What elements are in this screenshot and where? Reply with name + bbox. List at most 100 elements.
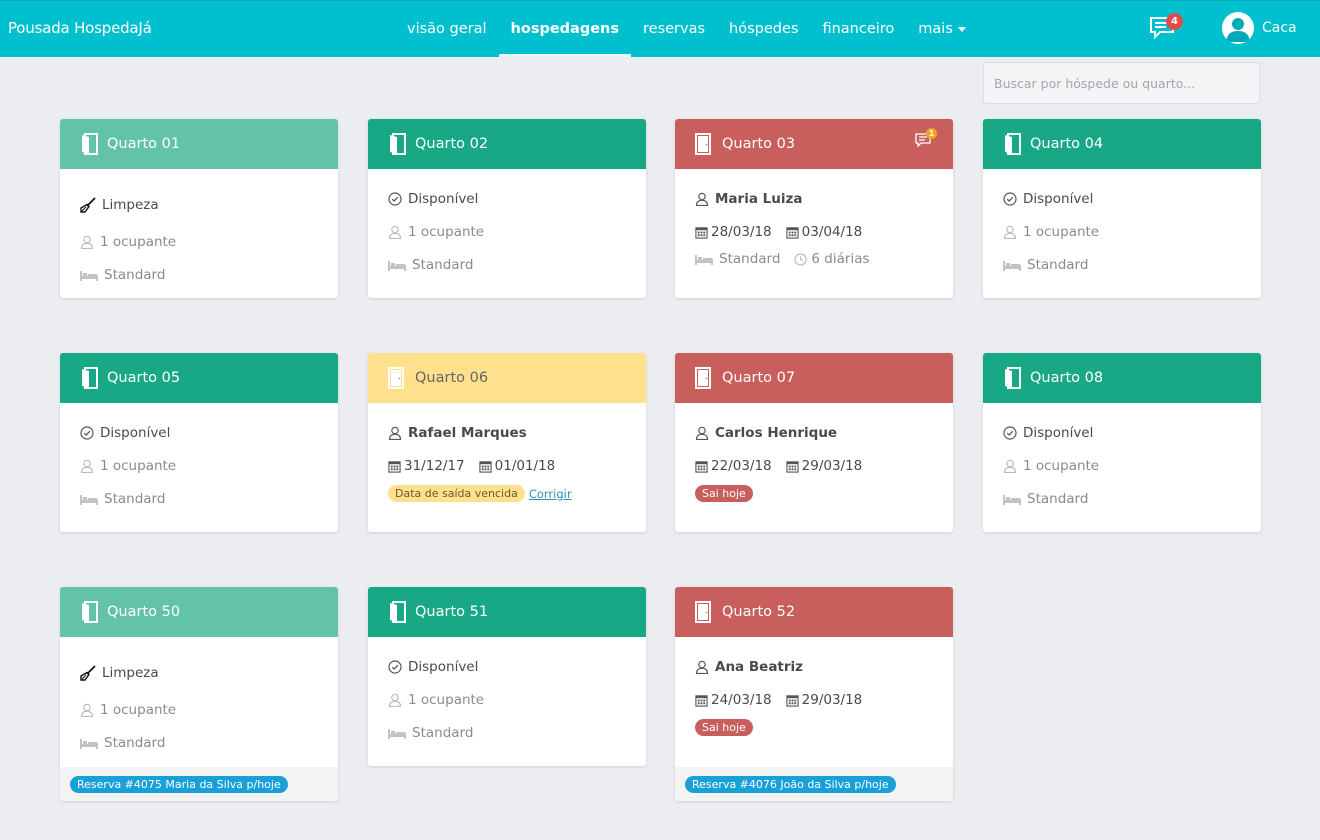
room-occupants: 1 ocupante: [100, 234, 177, 250]
nav-hospedagens[interactable]: hospedagens: [498, 1, 632, 57]
checkin-date: 22/03/18: [711, 458, 772, 474]
room-status: Disponível: [1023, 425, 1094, 441]
door-open-icon: [388, 133, 406, 155]
room-type: Standard: [104, 491, 166, 507]
room-card-03[interactable]: Quarto 03 1 Maria Luiza 28/03/18 03/04/1…: [675, 119, 953, 298]
room-title: Quarto 02: [415, 136, 489, 152]
app-brand[interactable]: Pousada HospedaJá: [8, 19, 152, 37]
room-card-05[interactable]: Quarto 05 Disponível 1 ocupante Standard: [60, 353, 338, 532]
room-card-02[interactable]: Quarto 02 Disponível 1 ocupante Standard: [368, 119, 646, 298]
nav-financeiro[interactable]: financeiro: [810, 1, 906, 57]
user-menu[interactable]: Caca: [1222, 12, 1297, 44]
avatar: [1222, 12, 1254, 44]
bed-icon: [695, 253, 713, 265]
room-header: Quarto 08: [983, 353, 1261, 403]
fix-link[interactable]: Corrigir: [529, 487, 572, 501]
guest-name: Carlos Henrique: [715, 425, 838, 441]
person-icon: [388, 693, 402, 707]
search-input[interactable]: [983, 62, 1260, 104]
checkout-date: 03/04/18: [801, 224, 863, 240]
door-open-icon: [80, 133, 98, 155]
nav-mais[interactable]: mais: [906, 1, 978, 57]
room-card-07[interactable]: Quarto 07 Carlos Henrique 22/03/18 29/03…: [675, 353, 953, 532]
person-icon: [80, 459, 94, 473]
calendar-icon: [479, 460, 492, 473]
user-avatar-icon: [1226, 18, 1250, 42]
bed-icon: [388, 259, 406, 271]
room-header: Quarto 04: [983, 119, 1261, 169]
checkout-date: 01/01/18: [494, 458, 556, 474]
nav-visao-geral[interactable]: visão geral: [395, 1, 499, 57]
door-open-icon: [388, 601, 406, 623]
room-title: Quarto 08: [1030, 370, 1104, 386]
top-navbar: Pousada HospedaJá visão geral hospedagen…: [0, 0, 1320, 57]
bed-icon: [1003, 493, 1021, 505]
room-header: Quarto 01: [60, 119, 338, 169]
guest-name: Rafael Marques: [408, 425, 527, 441]
room-type: Standard: [412, 257, 474, 273]
reservation-badge[interactable]: Reserva #4075 Maria da Silva p/hoje: [70, 775, 288, 793]
room-status: Disponível: [1023, 191, 1094, 207]
room-messages-badge: 1: [926, 128, 937, 139]
broom-icon: [80, 665, 96, 681]
checkout-date: 29/03/18: [801, 458, 863, 474]
room-card-52[interactable]: Quarto 52 Ana Beatriz 24/03/18 29/03/18 …: [675, 587, 953, 801]
nav-reservas[interactable]: reservas: [631, 1, 717, 57]
room-header: Quarto 02: [368, 119, 646, 169]
room-occupants: 1 ocupante: [408, 224, 485, 240]
guest-name: Maria Luiza: [715, 191, 803, 207]
calendar-icon: [695, 226, 708, 239]
room-title: Quarto 51: [415, 604, 489, 620]
door-open-icon: [1003, 133, 1021, 155]
checkout-today-badge: Sai hoje: [695, 485, 753, 502]
calendar-icon: [695, 460, 708, 473]
nav-hospedes[interactable]: hóspedes: [717, 1, 810, 57]
nav-mais-label: mais: [918, 21, 953, 37]
room-status: Disponível: [408, 191, 479, 207]
room-card-04[interactable]: Quarto 04 Disponível 1 ocupante Standard: [983, 119, 1261, 298]
person-icon: [80, 235, 94, 249]
reservation-badge[interactable]: Reserva #4076 João da Silva p/hoje: [685, 775, 896, 793]
door-icon: [695, 133, 713, 155]
room-header: Quarto 51: [368, 587, 646, 637]
room-card-01[interactable]: Quarto 01 Limpeza 1 ocupante Standard: [60, 119, 338, 298]
room-occupants: 1 ocupante: [408, 692, 485, 708]
room-header: Quarto 52: [675, 587, 953, 637]
room-nights: 6 diárias: [811, 251, 870, 267]
checkin-date: 31/12/17: [404, 458, 465, 474]
room-title: Quarto 50: [107, 604, 181, 620]
room-card-08[interactable]: Quarto 08 Disponível 1 ocupante Standard: [983, 353, 1261, 532]
room-status: Disponível: [408, 659, 479, 675]
room-card-50[interactable]: Quarto 50 Limpeza 1 ocupante Standard Re…: [60, 587, 338, 801]
calendar-icon: [786, 694, 799, 707]
room-type: Standard: [719, 251, 781, 267]
room-card-06[interactable]: Quarto 06 Rafael Marques 31/12/17 01/01/…: [368, 353, 646, 532]
room-status: Limpeza: [102, 197, 159, 213]
room-occupants: 1 ocupante: [100, 702, 177, 718]
checkout-today-badge: Sai hoje: [695, 719, 753, 736]
room-header: Quarto 07: [675, 353, 953, 403]
person-icon: [695, 192, 709, 206]
person-icon: [695, 660, 709, 674]
room-title: Quarto 52: [722, 604, 796, 620]
calendar-icon: [695, 694, 708, 707]
calendar-icon: [388, 460, 401, 473]
bed-icon: [80, 269, 98, 281]
user-name: Caca: [1262, 20, 1297, 36]
door-icon: [695, 367, 713, 389]
guest-name: Ana Beatriz: [715, 659, 804, 675]
door-icon: [388, 367, 406, 389]
check-circle-icon: [388, 192, 402, 206]
door-icon: [695, 601, 713, 623]
broom-icon: [80, 197, 96, 213]
calendar-icon: [786, 460, 799, 473]
check-circle-icon: [388, 660, 402, 674]
check-circle-icon: [1003, 426, 1017, 440]
bed-icon: [388, 727, 406, 739]
room-card-51[interactable]: Quarto 51 Disponível 1 ocupante Standard: [368, 587, 646, 766]
room-occupants: 1 ocupante: [100, 458, 177, 474]
room-title: Quarto 04: [1030, 136, 1104, 152]
room-status: Disponível: [100, 425, 171, 441]
room-type: Standard: [104, 735, 166, 751]
room-header: Quarto 05: [60, 353, 338, 403]
